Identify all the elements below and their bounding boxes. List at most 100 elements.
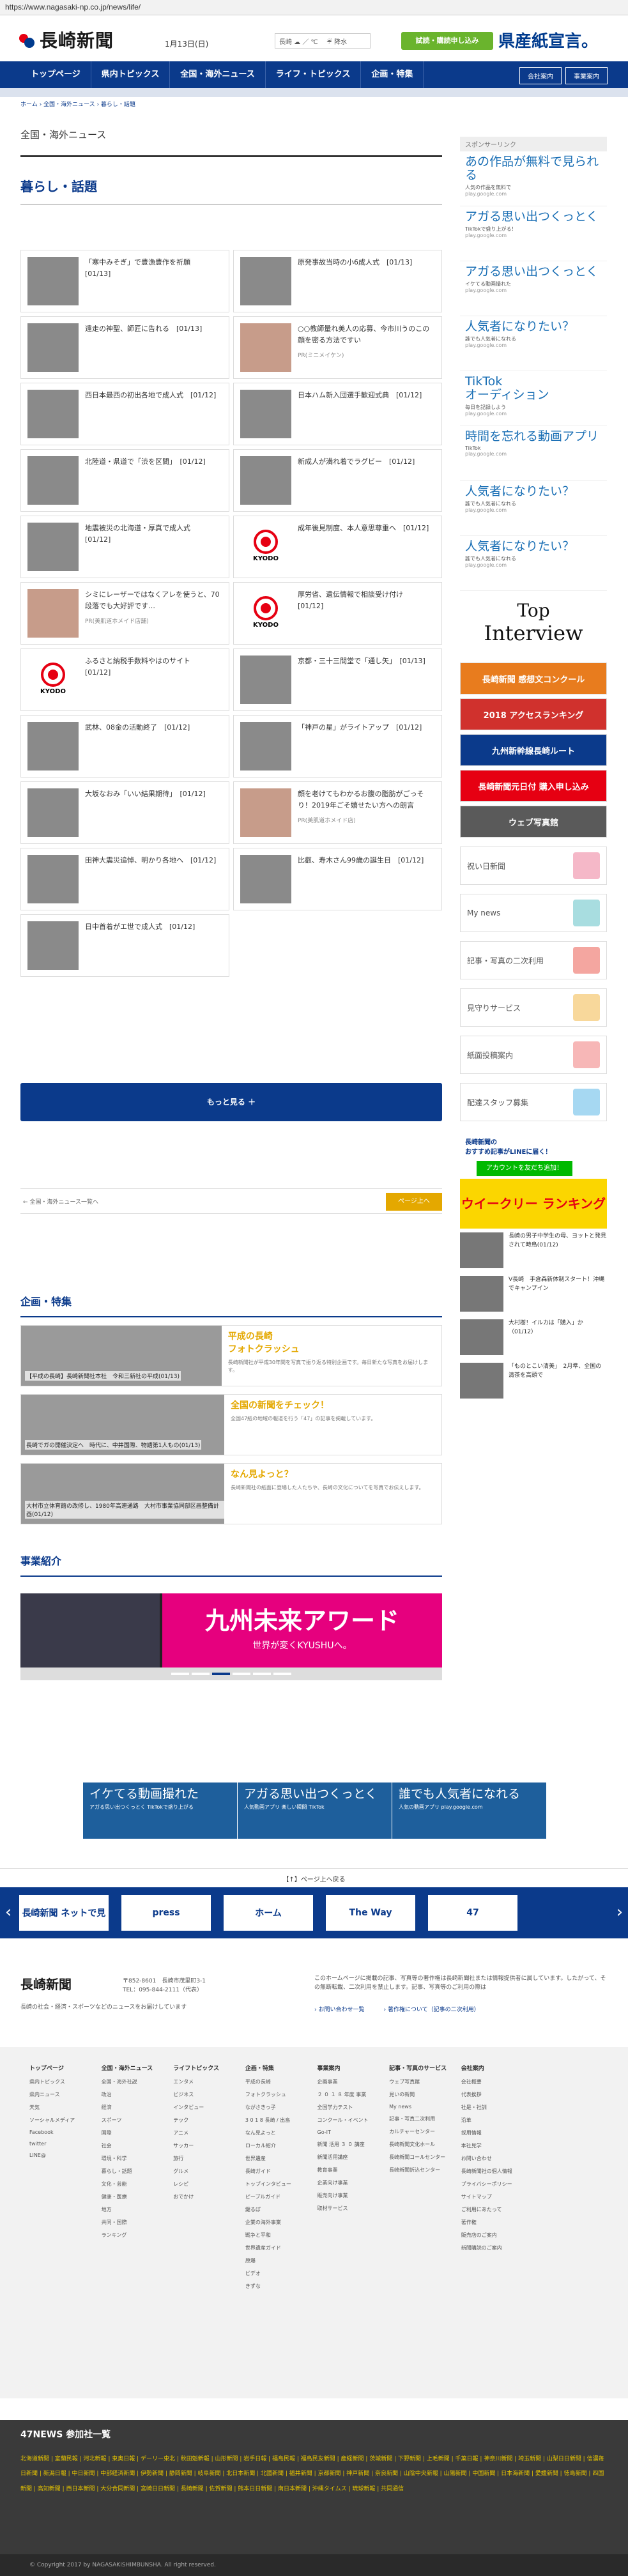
page-top-link[interactable]: 【↑】ページ上へ戻る (0, 1868, 628, 1886)
sponsor-ad[interactable]: アガる思い出つくっとく イケてる動画撮れた play.google.com (460, 261, 607, 316)
article-title[interactable]: シミにレーザーではなくアレを使うと、70段落でも大好評です… (85, 589, 222, 611)
sitemap-link[interactable]: 全国学力テスト (318, 2104, 383, 2111)
article-card[interactable]: 北陸道・県道で「渋を区間」 [01/12] (20, 449, 229, 512)
feature-image[interactable]: 大村市立体育館の改修し、1980年高速通路 大村市事業協同部区画整備計画(01/… (21, 1464, 224, 1524)
sitemap-link[interactable]: フォトクラッシュ (245, 2091, 311, 2098)
sitemap-link[interactable]: インタビュー (173, 2104, 239, 2111)
sitemap-link[interactable]: トップインタビュー (245, 2181, 311, 2188)
partner-logo[interactable]: press (121, 1895, 211, 1931)
sitemap-link[interactable]: 著作権 (461, 2219, 527, 2226)
sitemap-link[interactable]: なん見よっと (245, 2129, 311, 2136)
sitemap-heading[interactable]: 会社案内 (461, 2064, 527, 2072)
article-title[interactable]: 田神大震災追悼、明かり各地へ [01/12] (85, 855, 216, 866)
sitemap-link[interactable]: 戦争と平和 (245, 2232, 311, 2239)
sitemap-link[interactable]: おでかけ (173, 2193, 239, 2200)
sitemap-link[interactable]: 長崎ガイド (245, 2168, 311, 2175)
popular-thumbnail[interactable] (460, 1319, 503, 1355)
article-card[interactable]: 「神戸の星」がライトアップ [01/12] (233, 715, 442, 778)
sitemap-heading[interactable]: 記事・写真のサービス (389, 2064, 455, 2072)
sitemap-link[interactable]: スポーツ (102, 2117, 167, 2124)
footer-copyright-link[interactable]: › 著作権について（記事の二次利用） (383, 2005, 479, 2013)
banner-dot[interactable] (253, 1673, 271, 1675)
popular-title[interactable]: 「ものとこい清美」 2月準、全国の清茶を高頭で (509, 1363, 607, 1402)
partner-logo[interactable]: 47 (428, 1895, 517, 1931)
article-title[interactable]: 遠走の神聖、師匠に告れる [01/13] (85, 323, 202, 335)
address-bar[interactable]: https://www.nagasaki-np.co.jp/news/life/ (0, 0, 628, 15)
breadcrumb[interactable]: ホーム › 全国・海外ニュース › 暮らし・話題 (20, 100, 135, 108)
sponsor-ad[interactable]: あの作品が無料で見られる 人気の作品を無料で play.google.com (460, 151, 607, 206)
company-info-button[interactable]: 会社案内 (519, 67, 562, 84)
nav-top[interactable]: トップページ (20, 61, 91, 88)
sitemap-link[interactable]: 代表挨拶 (461, 2091, 527, 2098)
banner-dot[interactable] (273, 1673, 291, 1675)
article-card[interactable]: 西日本最西の初出各地で成人式 [01/12] (20, 383, 229, 445)
article-title[interactable]: 新成人が満れ着でラグビー [01/12] (298, 456, 415, 468)
sitemap-link[interactable]: お問い合わせ (461, 2155, 527, 2162)
article-card[interactable]: 遠走の神聖、師匠に告れる [01/13] (20, 316, 229, 379)
popular-item[interactable]: 「ものとこい清美」 2月準、全国の清茶を高頭で (460, 1363, 607, 1402)
article-title[interactable]: 武林、08金の活動終了 [01/12] (85, 722, 190, 733)
feature-title[interactable]: なん見よっと？ (231, 1468, 424, 1480)
sidebar-banner[interactable]: ウェブ写真館 (460, 806, 607, 838)
sitemap-link[interactable]: 販売店のご案内 (461, 2232, 527, 2239)
article-thumbnail[interactable] (27, 589, 79, 638)
sponsor-ad-title[interactable]: 人気者になりたい？ (465, 485, 602, 498)
sitemap-link[interactable]: 健康・医療 (102, 2193, 167, 2200)
feature-image[interactable]: 長崎でガの開催決定へ 時代に、中井国際、物語第1人もの(01/13) (21, 1395, 224, 1455)
sitemap-link[interactable]: 販売向け事業 (318, 2192, 383, 2199)
sitemap-link[interactable]: ながさきっ子 (245, 2104, 311, 2111)
sidebar-banner[interactable]: 2018 アクセスランキング (460, 698, 607, 730)
sponsor-ad-title[interactable]: 人気者になりたい？ (465, 320, 602, 334)
article-thumbnail[interactable] (27, 456, 79, 505)
article-thumbnail[interactable] (240, 788, 291, 837)
nav-national-news[interactable]: 全国・海外ニュース (170, 61, 266, 88)
back-link[interactable]: ← 全国・海外ニュース一覧へ (23, 1197, 98, 1206)
feature-item[interactable]: 【平成の長崎】長崎新聞社本社 令和三新社の平成(01/13) 平成の長崎 フォトク… (20, 1325, 442, 1386)
article-thumbnail[interactable] (240, 456, 291, 505)
popular-item[interactable]: 長崎の男子中学生の母、ヨットと発見されて時鳥(01/12) (460, 1232, 607, 1272)
sitemap-link[interactable]: 採用情報 (461, 2129, 527, 2136)
article-thumbnail[interactable] (27, 921, 79, 970)
article-title[interactable]: 北陸道・県道で「渋を区間」 [01/12] (85, 456, 206, 468)
article-thumbnail[interactable]: KYODO (240, 589, 291, 638)
sitemap-link[interactable]: 新聞活用講座 (318, 2154, 383, 2161)
service-link[interactable]: 記事・写真の二次利用 (460, 941, 607, 979)
sitemap-link[interactable]: サイトマップ (461, 2193, 527, 2200)
partner-logo[interactable]: 長崎新聞 ネットで見 (19, 1895, 109, 1931)
article-title[interactable]: ○○教師量れ美人の応募、今市川うのこの顔を密る方法ですい (298, 323, 435, 346)
sitemap-link[interactable]: ビジネス (173, 2091, 239, 2098)
article-card[interactable]: 日中首着がエ世で成人式 [01/12] (20, 914, 229, 977)
article-title[interactable]: 大坂なおみ「いい結果期待」 [01/12] (85, 788, 206, 800)
service-link[interactable]: 紙面投稿案内 (460, 1036, 607, 1074)
sitemap-link[interactable]: 原爆 (245, 2257, 311, 2264)
sitemap-link[interactable]: 新聞購読のご案内 (461, 2244, 527, 2251)
trial-subscribe-button[interactable]: 試読・購読申し込み (401, 32, 493, 50)
partner-logo[interactable]: The Way (326, 1895, 415, 1931)
sitemap-link[interactable]: 社会 (102, 2142, 167, 2149)
more-button[interactable]: もっと見る ＋ (20, 1083, 442, 1121)
sitemap-link[interactable]: 国際 (102, 2129, 167, 2136)
sponsor-ad[interactable]: 人気者になりたい？ 誰でも人気者になれる play.google.com (460, 536, 607, 591)
article-card[interactable]: 比叡、寿木さん99歳の誕生日 [01/12] (233, 848, 442, 910)
nav-features[interactable]: 企画・特集 (361, 61, 424, 88)
article-card[interactable]: 「寒中みそぎ」で豊漁豊作を祈願 [01/13] (20, 250, 229, 312)
sitemap-link[interactable]: レシピ (173, 2181, 239, 2188)
article-card[interactable]: 京都・三十三間堂で「通し矢」 [01/13] (233, 648, 442, 711)
article-thumbnail[interactable] (240, 390, 291, 438)
sitemap-link[interactable]: 県内ニュース (29, 2091, 95, 2098)
banner-dot-active[interactable] (212, 1673, 230, 1675)
sitemap-link[interactable]: 長崎新聞社の個人情報 (461, 2168, 527, 2175)
popular-item[interactable]: 大村樹！イルカは「購入」か（01/12） (460, 1319, 607, 1359)
sponsor-ad[interactable]: 人気者になりたい？ 誰でも人気者になれる play.google.com (460, 481, 607, 536)
article-thumbnail[interactable] (27, 722, 79, 770)
sitemap-link[interactable]: ウェブ写真館 (389, 2078, 455, 2085)
sidebar-banner[interactable]: 九州新幹線長崎ルート (460, 734, 607, 766)
article-title[interactable]: ふるさと納税手数料やはのサイト [01/12] (85, 656, 222, 678)
sitemap-link[interactable]: 記事・写真二次利用 (389, 2115, 455, 2122)
sitemap-link[interactable]: ビデオ (245, 2270, 311, 2277)
article-thumbnail[interactable] (27, 788, 79, 837)
sitemap-link[interactable]: ランキング (102, 2232, 167, 2239)
sitemap-link[interactable]: Go-IT (318, 2129, 383, 2135)
feature-item[interactable]: 大村市立体育館の改修し、1980年高速通路 大村市事業協同部区画整備計画(01/… (20, 1463, 442, 1524)
popular-title[interactable]: V長崎 手倉森新体制スタート！沖縄でキャンプイン (509, 1276, 607, 1315)
